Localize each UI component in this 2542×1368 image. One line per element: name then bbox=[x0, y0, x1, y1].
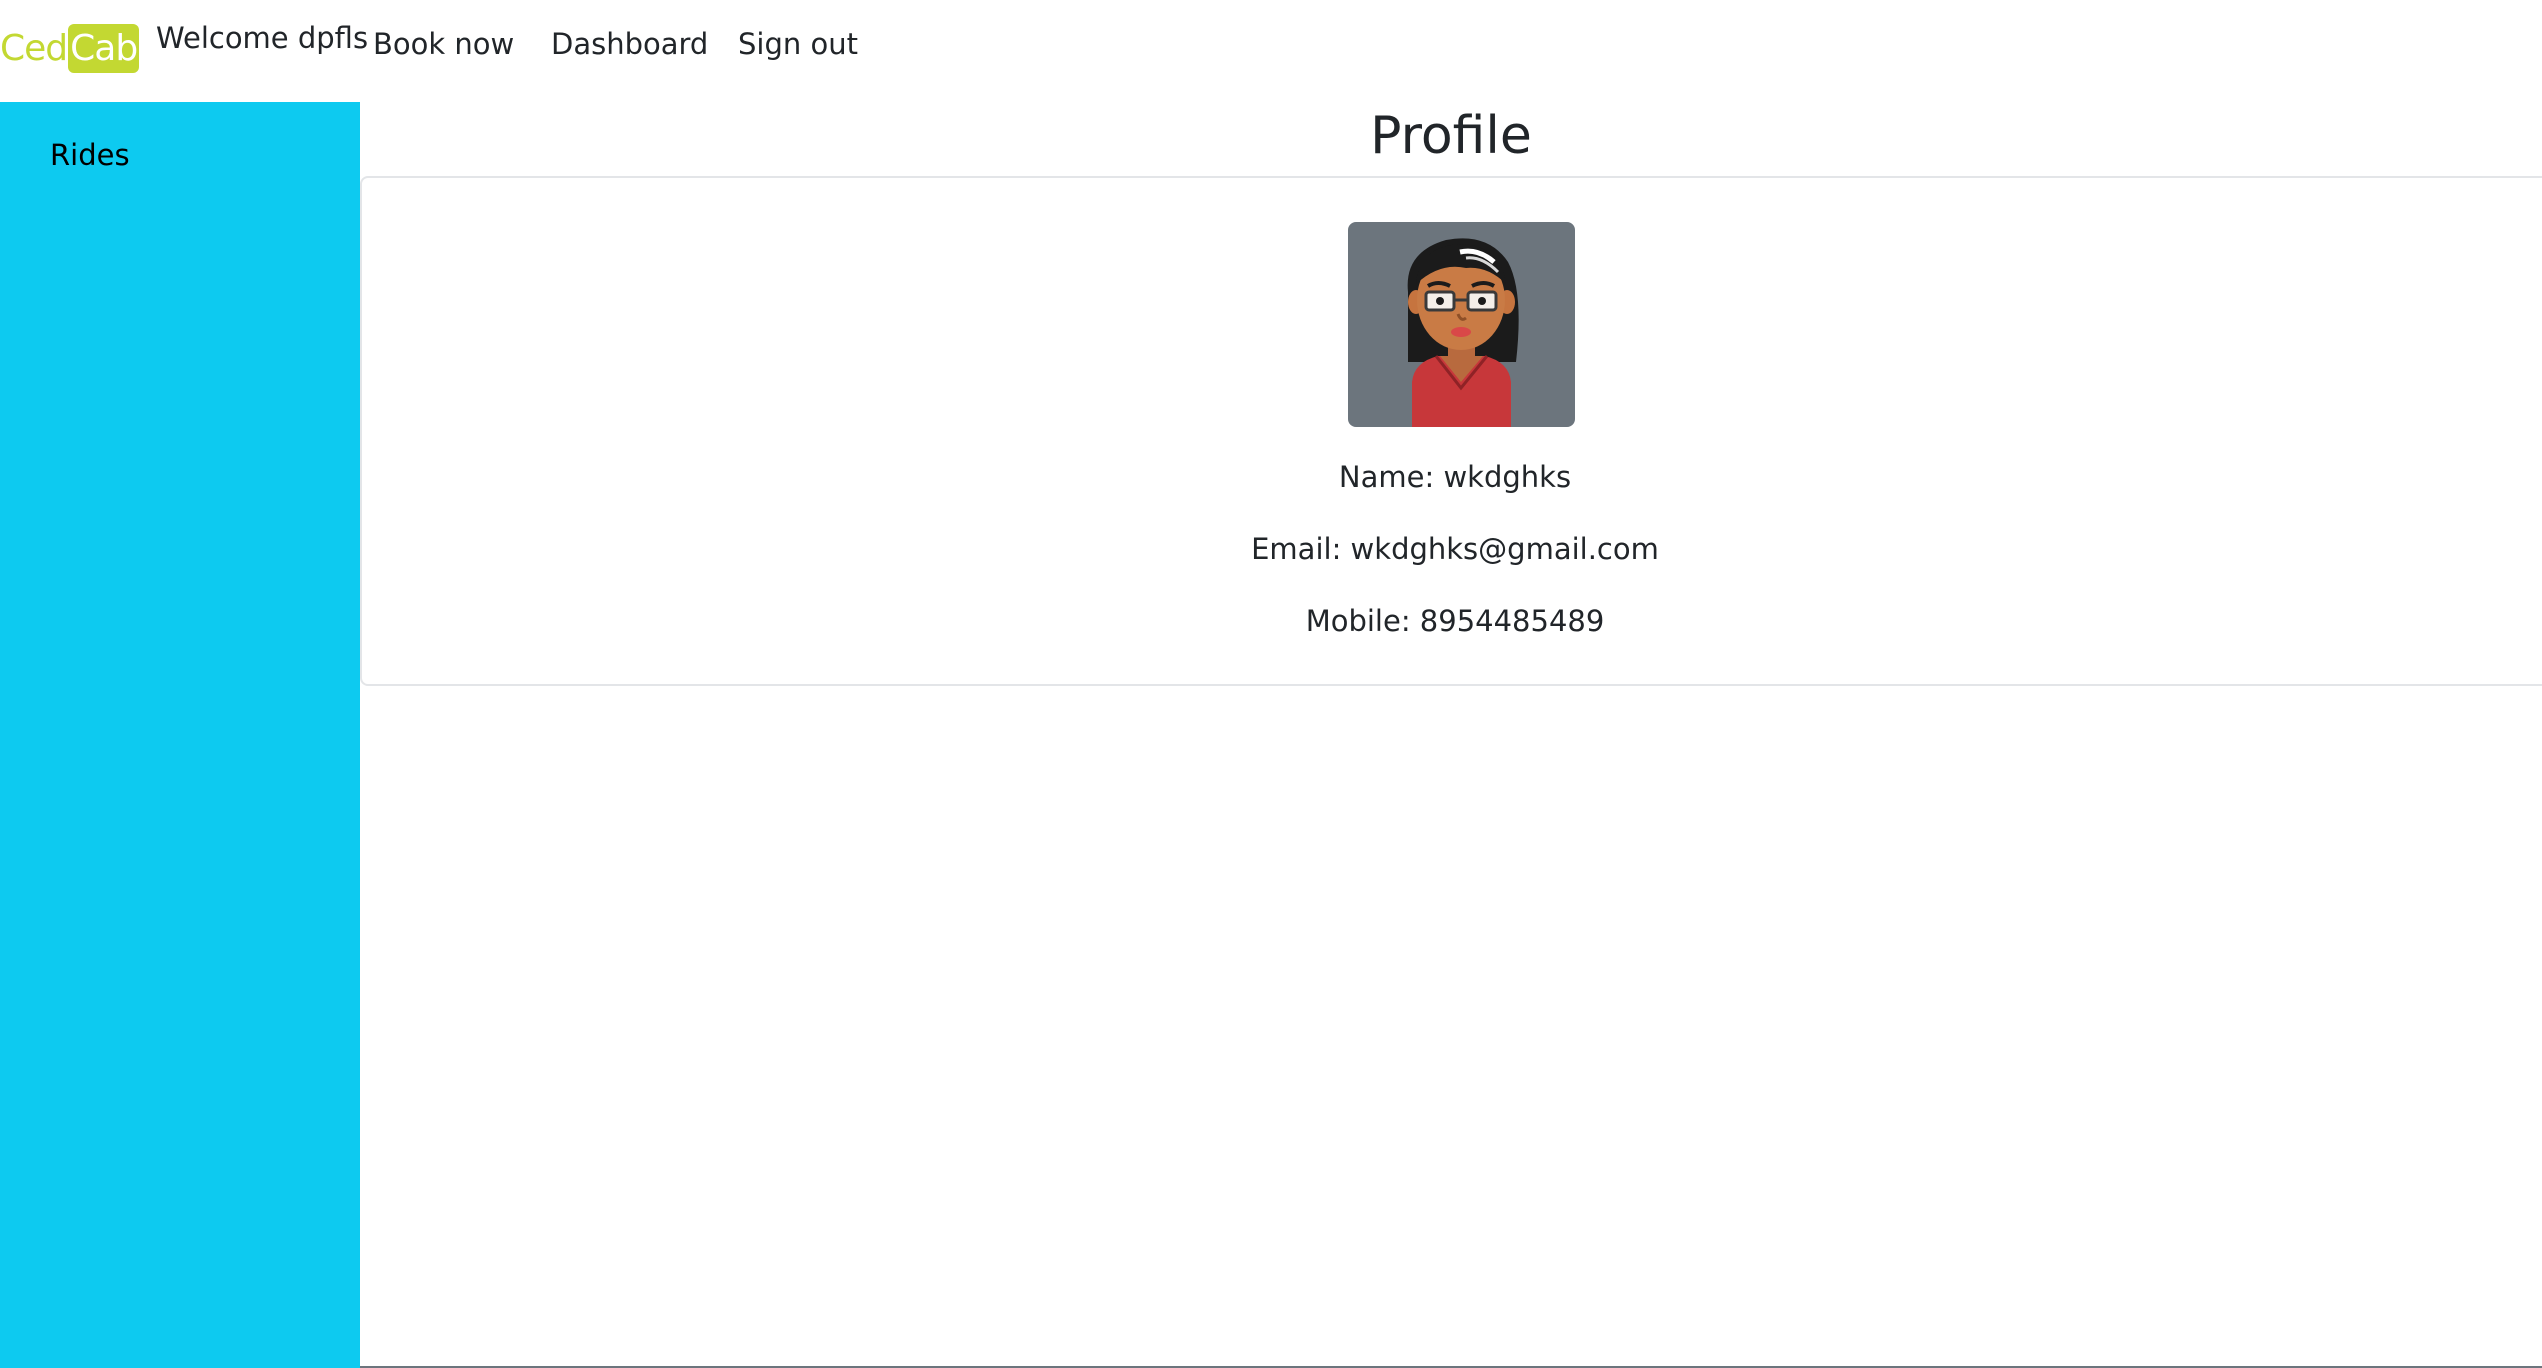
nav-sign-out-link[interactable]: Sign out bbox=[738, 22, 858, 66]
avatar-woman-icon bbox=[1348, 222, 1575, 427]
top-navbar: Ced Cab Welcome dpfls Book now Dashboard… bbox=[0, 0, 2542, 102]
page-title: Profile bbox=[1370, 106, 1532, 166]
nav-book-now-link[interactable]: Book now bbox=[373, 22, 514, 66]
nav-dashboard-link[interactable]: Dashboard bbox=[551, 22, 708, 66]
brand-text-cab: Cab bbox=[68, 24, 140, 73]
brand-logo[interactable]: Ced Cab bbox=[0, 24, 140, 73]
sidebar: Rides bbox=[0, 102, 360, 1368]
sidebar-item-rides[interactable]: Rides bbox=[50, 132, 130, 178]
profile-card: Name: wkdghks Email: wkdghks@gmail.com M… bbox=[360, 176, 2542, 686]
brand-text-ced: Ced bbox=[0, 28, 68, 69]
profile-name: Name: wkdghks bbox=[1338, 460, 1572, 494]
welcome-text: Welcome dpfls bbox=[156, 21, 369, 55]
profile-email: Email: wkdghks@gmail.com bbox=[1251, 532, 1659, 566]
profile-mobile: Mobile: 8954485489 bbox=[1305, 604, 1605, 638]
